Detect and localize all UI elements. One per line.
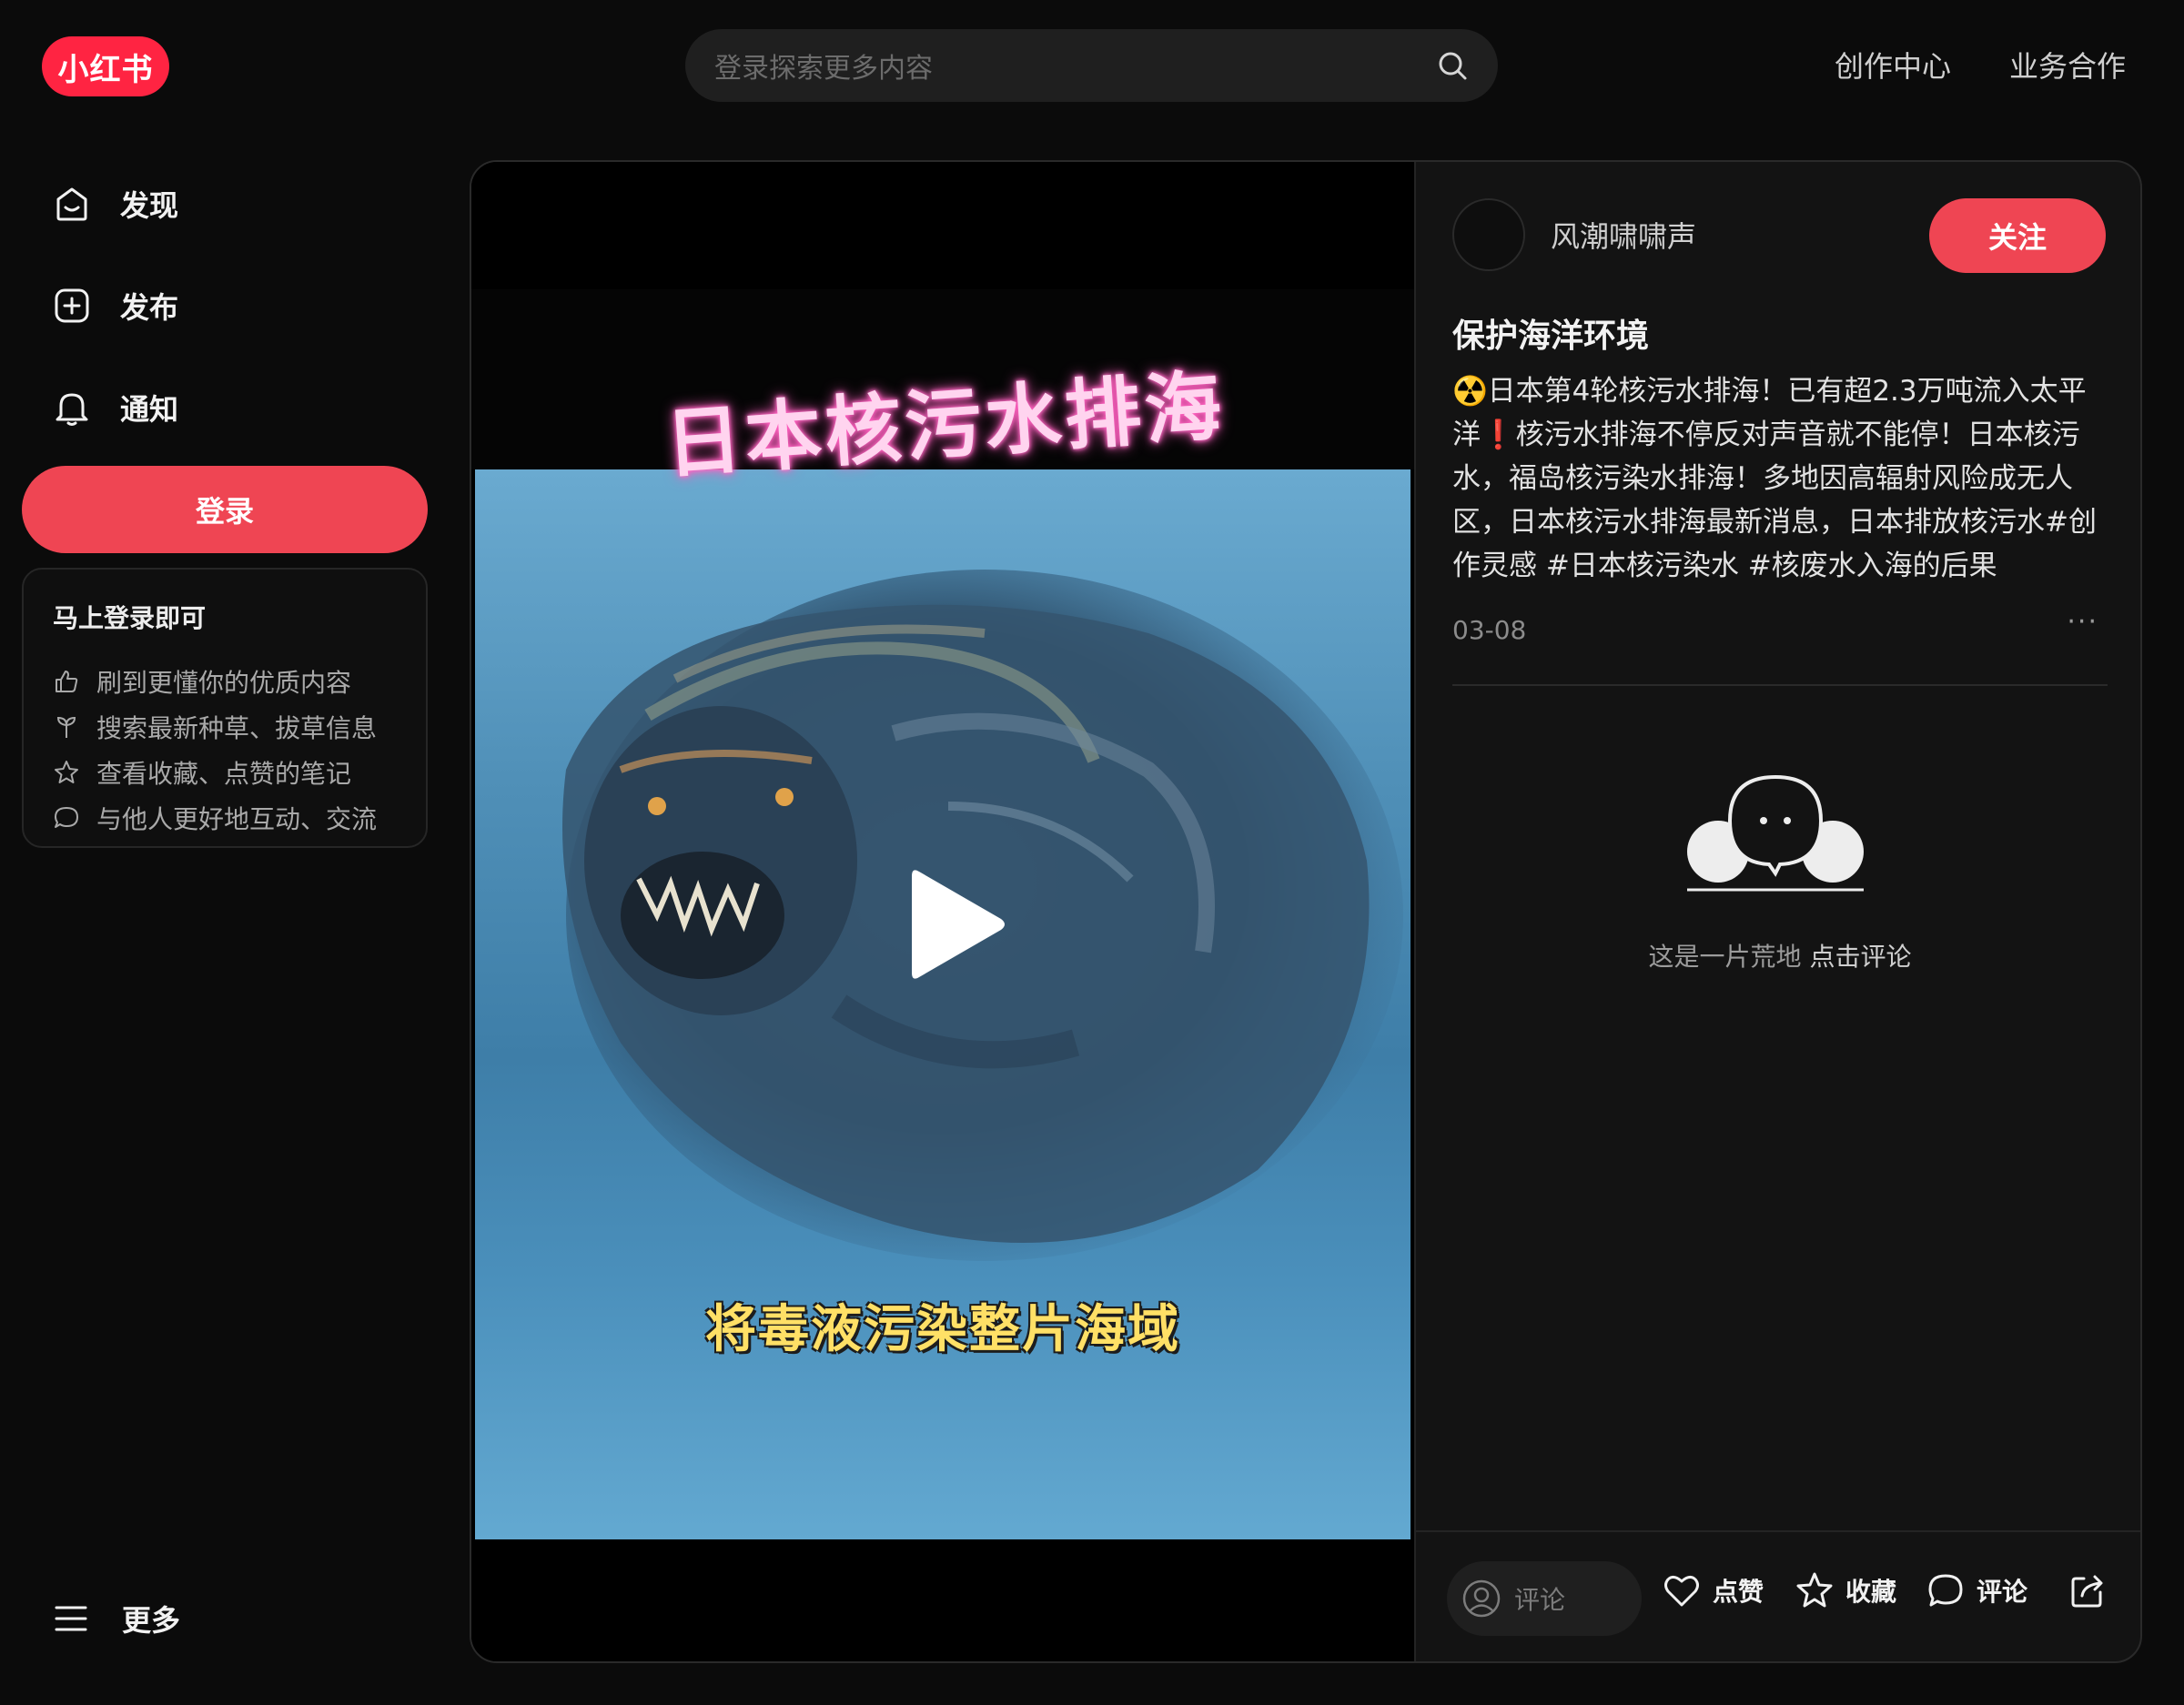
bell-icon <box>56 393 88 426</box>
more-label: 更多 <box>122 1603 181 1638</box>
share-button[interactable] <box>2068 1570 2108 1610</box>
logo[interactable]: 小红书 <box>42 36 169 96</box>
star-icon <box>55 761 78 783</box>
sidebar-item-label: 通知 <box>120 392 179 427</box>
note-date: 03-08 <box>1452 615 1527 645</box>
menu-icon <box>55 1606 87 1631</box>
sprout-icon <box>56 716 76 738</box>
avatar[interactable] <box>1452 198 1525 271</box>
sidebar-item-notifications[interactable]: 通知 <box>51 378 178 437</box>
heart-icon <box>1664 1575 1699 1607</box>
benefit-text: 与他人更好地互动、交流 <box>96 804 378 834</box>
plus-square-icon <box>55 288 89 323</box>
sidebar-item-discover[interactable]: 发现 <box>51 175 178 233</box>
benefit-item: 搜索最新种草、拔草信息 <box>53 704 397 750</box>
author-info[interactable]: 风潮啸啸声 <box>1452 198 1696 271</box>
note-description-text: ☢️日本第4轮核污水排海！已有超2.3万吨流入太平洋❗核污水排海不停反对声音就不… <box>1452 375 2087 539</box>
empty-comments-message: 这是一片荒地 <box>1648 942 1802 972</box>
hashtag[interactable]: #核废水入海的后果 <box>1748 550 1997 582</box>
benefit-item: 刷到更懂你的优质内容 <box>53 659 397 704</box>
nav-business[interactable]: 业务合作 <box>2009 44 2126 86</box>
user-avatar-icon <box>1462 1579 1501 1618</box>
search-bar[interactable]: 登录探索更多内容 <box>685 29 1498 102</box>
click-to-comment-link[interactable]: 点击评论 <box>1809 942 1911 972</box>
video-frame <box>475 469 1410 1539</box>
nav-creator-center[interactable]: 创作中心 <box>1835 44 1951 86</box>
login-benefits-card: 马上登录即可 刷到更懂你的优质内容 搜索最新种草、拔草信息 查看收藏、点赞的笔记 <box>22 568 428 848</box>
star-icon <box>1796 1572 1833 1608</box>
hashtag[interactable]: #日本核污染水 <box>1546 550 1739 582</box>
follow-button[interactable]: 关注 <box>1929 198 2106 273</box>
video-letterbox-bottom <box>471 1539 1414 1661</box>
more-menu[interactable]: 更多 <box>51 1598 180 1639</box>
comment-input-placeholder: 评论 <box>1514 1585 1566 1615</box>
video-letterbox-top <box>471 162 1414 289</box>
more-options-icon[interactable]: ··· <box>2067 606 2098 638</box>
sidebar-item-publish[interactable]: 发布 <box>51 277 178 335</box>
like-button[interactable]: 点赞 <box>1662 1570 1764 1610</box>
video-overlay-subtitle: 将毒液污染整片海域 <box>705 1300 1180 1359</box>
comment-button[interactable]: 评论 <box>1926 1570 2027 1610</box>
note-info-panel: 风潮啸啸声 关注 保护海洋环境 ☢️日本第4轮核污水排海！已有超2.3万吨流入太… <box>1414 162 2140 1661</box>
play-icon[interactable] <box>903 863 1012 986</box>
like-label: 点赞 <box>1713 1577 1764 1607</box>
thumbs-up-icon <box>56 671 78 692</box>
login-button[interactable]: 登录 <box>22 466 428 553</box>
comment-label: 评论 <box>1977 1577 2028 1607</box>
benefit-item: 与他人更好地互动、交流 <box>53 795 397 841</box>
home-icon <box>56 187 87 221</box>
chat-bubble-icon <box>55 807 78 828</box>
divider <box>1452 684 2108 686</box>
engagement-bar: 评论 点赞 收藏 评论 <box>1416 1530 2140 1661</box>
note-title: 保护海洋环境 <box>1452 318 1650 355</box>
benefit-text: 刷到更懂你的优质内容 <box>96 668 352 698</box>
login-card-title: 马上登录即可 <box>53 603 207 633</box>
comment-icon <box>1928 1574 1963 1607</box>
empty-comments-illustration <box>1687 774 1864 892</box>
comment-input[interactable]: 评论 <box>1447 1561 1642 1636</box>
note-description: ☢️日本第4轮核污水排海！已有超2.3万吨流入太平洋❗核污水排海不停反对声音就不… <box>1452 369 2108 588</box>
collect-label: 收藏 <box>1845 1577 1897 1607</box>
share-icon <box>2071 1575 2103 1608</box>
video-player[interactable]: 日本核污水排海 将毒液污染整片海域 <box>471 162 1414 1661</box>
search-icon[interactable] <box>1436 49 1469 82</box>
author-name[interactable]: 风潮啸啸声 <box>1551 214 1696 256</box>
sidebar-item-label: 发布 <box>120 290 179 325</box>
search-input[interactable]: 登录探索更多内容 <box>714 45 1436 86</box>
sidebar-item-label: 发现 <box>120 188 179 223</box>
note-detail-card: 日本核污水排海 将毒液污染整片海域 风潮啸啸声 关注 保护海洋环境 ☢️日本第4… <box>470 160 2142 1663</box>
benefit-text: 搜索最新种草、拔草信息 <box>96 713 378 743</box>
benefit-text: 查看收藏、点赞的笔记 <box>96 759 352 789</box>
empty-comments-text: 这是一片荒地 点击评论 <box>1416 937 2140 974</box>
benefit-item: 查看收藏、点赞的笔记 <box>53 750 397 795</box>
collect-button[interactable]: 收藏 <box>1795 1570 1896 1610</box>
top-nav: 创作中心 业务合作 <box>1835 44 2126 86</box>
